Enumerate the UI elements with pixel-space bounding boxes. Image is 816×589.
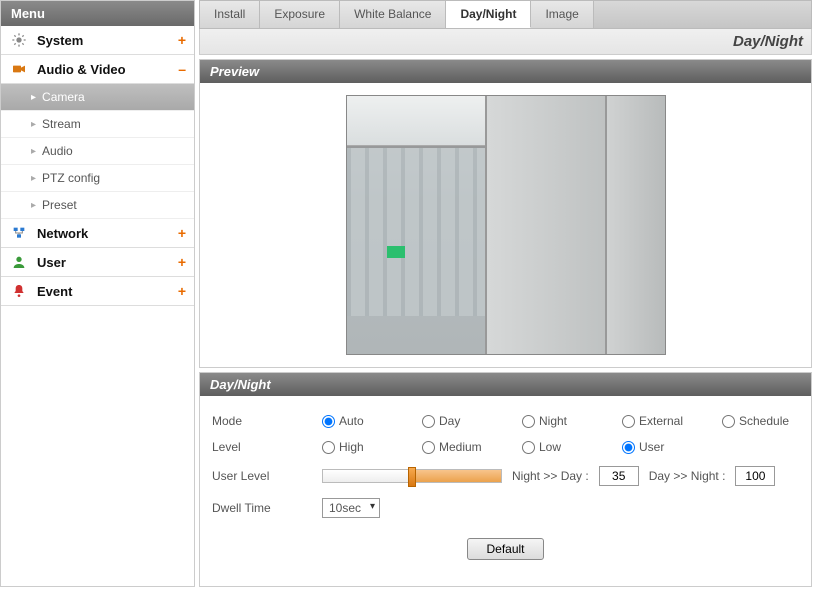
radio-input[interactable] [522, 415, 535, 428]
settings-panel: Day/Night Mode Auto Day Night External S… [199, 372, 812, 587]
radio-input[interactable] [322, 415, 335, 428]
tab-day-night[interactable]: Day/Night [446, 1, 531, 28]
sidebar-label: Audio & Video [37, 62, 178, 77]
tab-image[interactable]: Image [531, 1, 593, 28]
night-to-day-label: Night >> Day : [512, 469, 589, 483]
slider-handle[interactable] [408, 467, 416, 487]
camera-icon [9, 61, 29, 77]
submenu-item-ptz[interactable]: ▸ PTZ config [1, 165, 194, 192]
submenu-label: PTZ config [42, 171, 100, 185]
expand-icon: + [178, 225, 186, 241]
user-level-slider[interactable] [322, 469, 502, 483]
radio-label: Day [439, 414, 460, 428]
radio-label: Auto [339, 414, 364, 428]
main-content: Install Exposure White Balance Day/Night… [195, 0, 816, 587]
tab-install[interactable]: Install [200, 1, 260, 28]
mode-radio-group: Auto Day Night External Schedule [322, 414, 799, 428]
sidebar-section-network[interactable]: Network + [1, 219, 194, 248]
caret-icon: ▸ [31, 146, 36, 157]
dwell-label: Dwell Time [212, 501, 322, 515]
breadcrumb: Day/Night [199, 29, 812, 55]
submenu-item-stream[interactable]: ▸ Stream [1, 111, 194, 138]
radio-mode-night[interactable]: Night [522, 414, 592, 428]
radio-level-medium[interactable]: Medium [422, 440, 492, 454]
sidebar-label: User [37, 255, 178, 270]
preview-image [346, 95, 666, 355]
user-level-label: User Level [212, 469, 322, 483]
radio-mode-auto[interactable]: Auto [322, 414, 392, 428]
radio-label: External [639, 414, 683, 428]
expand-icon: + [178, 283, 186, 299]
sidebar-section-user[interactable]: User + [1, 248, 194, 277]
network-icon [9, 225, 29, 241]
radio-label: User [639, 440, 664, 454]
radio-mode-day[interactable]: Day [422, 414, 492, 428]
default-button[interactable]: Default [467, 538, 543, 560]
radio-level-high[interactable]: High [322, 440, 392, 454]
expand-icon: + [178, 254, 186, 270]
row-dwell-time: Dwell Time 10sec [212, 492, 799, 524]
menu-header: Menu [1, 1, 194, 26]
settings-header: Day/Night [200, 373, 811, 396]
radio-input[interactable] [622, 441, 635, 454]
radio-input[interactable] [722, 415, 735, 428]
day-to-night-input[interactable] [735, 466, 775, 486]
radio-label: Schedule [739, 414, 789, 428]
expand-icon: + [178, 32, 186, 48]
mode-label: Mode [212, 414, 322, 428]
submenu-item-preset[interactable]: ▸ Preset [1, 192, 194, 219]
submenu-label: Audio [42, 144, 73, 158]
submenu-audio-video: ▸ Camera ▸ Stream ▸ Audio ▸ PTZ config ▸… [1, 84, 194, 219]
submenu-item-camera[interactable]: ▸ Camera [1, 84, 194, 111]
radio-input[interactable] [622, 415, 635, 428]
caret-icon: ▸ [31, 200, 36, 211]
row-user-level: User Level Night >> Day : Day >> Night : [212, 460, 799, 492]
radio-mode-external[interactable]: External [622, 414, 692, 428]
user-icon [9, 254, 29, 270]
level-radio-group: High Medium Low User [322, 440, 799, 454]
radio-label: Night [539, 414, 567, 428]
sidebar-label: Network [37, 226, 178, 241]
preview-header: Preview [200, 60, 811, 83]
submenu-item-audio[interactable]: ▸ Audio [1, 138, 194, 165]
gear-icon [9, 32, 29, 48]
tab-bar: Install Exposure White Balance Day/Night… [199, 0, 812, 29]
row-level: Level High Medium Low User [212, 434, 799, 460]
day-to-night-label: Day >> Night : [649, 469, 726, 483]
radio-input[interactable] [522, 441, 535, 454]
sidebar-label: Event [37, 284, 178, 299]
radio-label: Low [539, 440, 561, 454]
submenu-label: Camera [42, 90, 85, 104]
submenu-label: Stream [42, 117, 81, 131]
sidebar: Menu System + Audio & Video – ▸ Camera ▸… [0, 0, 195, 587]
radio-mode-schedule[interactable]: Schedule [722, 414, 792, 428]
sidebar-label: System [37, 33, 178, 48]
tab-white-balance[interactable]: White Balance [340, 1, 446, 28]
caret-icon: ▸ [31, 173, 36, 184]
submenu-label: Preset [42, 198, 77, 212]
preview-panel: Preview [199, 59, 812, 368]
radio-level-low[interactable]: Low [522, 440, 592, 454]
radio-input[interactable] [322, 441, 335, 454]
sidebar-section-system[interactable]: System + [1, 26, 194, 55]
collapse-icon: – [178, 61, 186, 77]
row-mode: Mode Auto Day Night External Schedule [212, 408, 799, 434]
caret-icon: ▸ [31, 92, 36, 103]
sidebar-section-audio-video[interactable]: Audio & Video – [1, 55, 194, 84]
radio-label: Medium [439, 440, 482, 454]
dwell-select[interactable]: 10sec [322, 498, 380, 518]
level-label: Level [212, 440, 322, 454]
radio-level-user[interactable]: User [622, 440, 692, 454]
sidebar-section-event[interactable]: Event + [1, 277, 194, 306]
radio-label: High [339, 440, 364, 454]
dwell-value: 10sec [329, 501, 361, 515]
caret-icon: ▸ [31, 119, 36, 130]
bell-icon [9, 283, 29, 299]
radio-input[interactable] [422, 441, 435, 454]
radio-input[interactable] [422, 415, 435, 428]
night-to-day-input[interactable] [599, 466, 639, 486]
tab-exposure[interactable]: Exposure [260, 1, 340, 28]
slider-fill [412, 470, 501, 482]
